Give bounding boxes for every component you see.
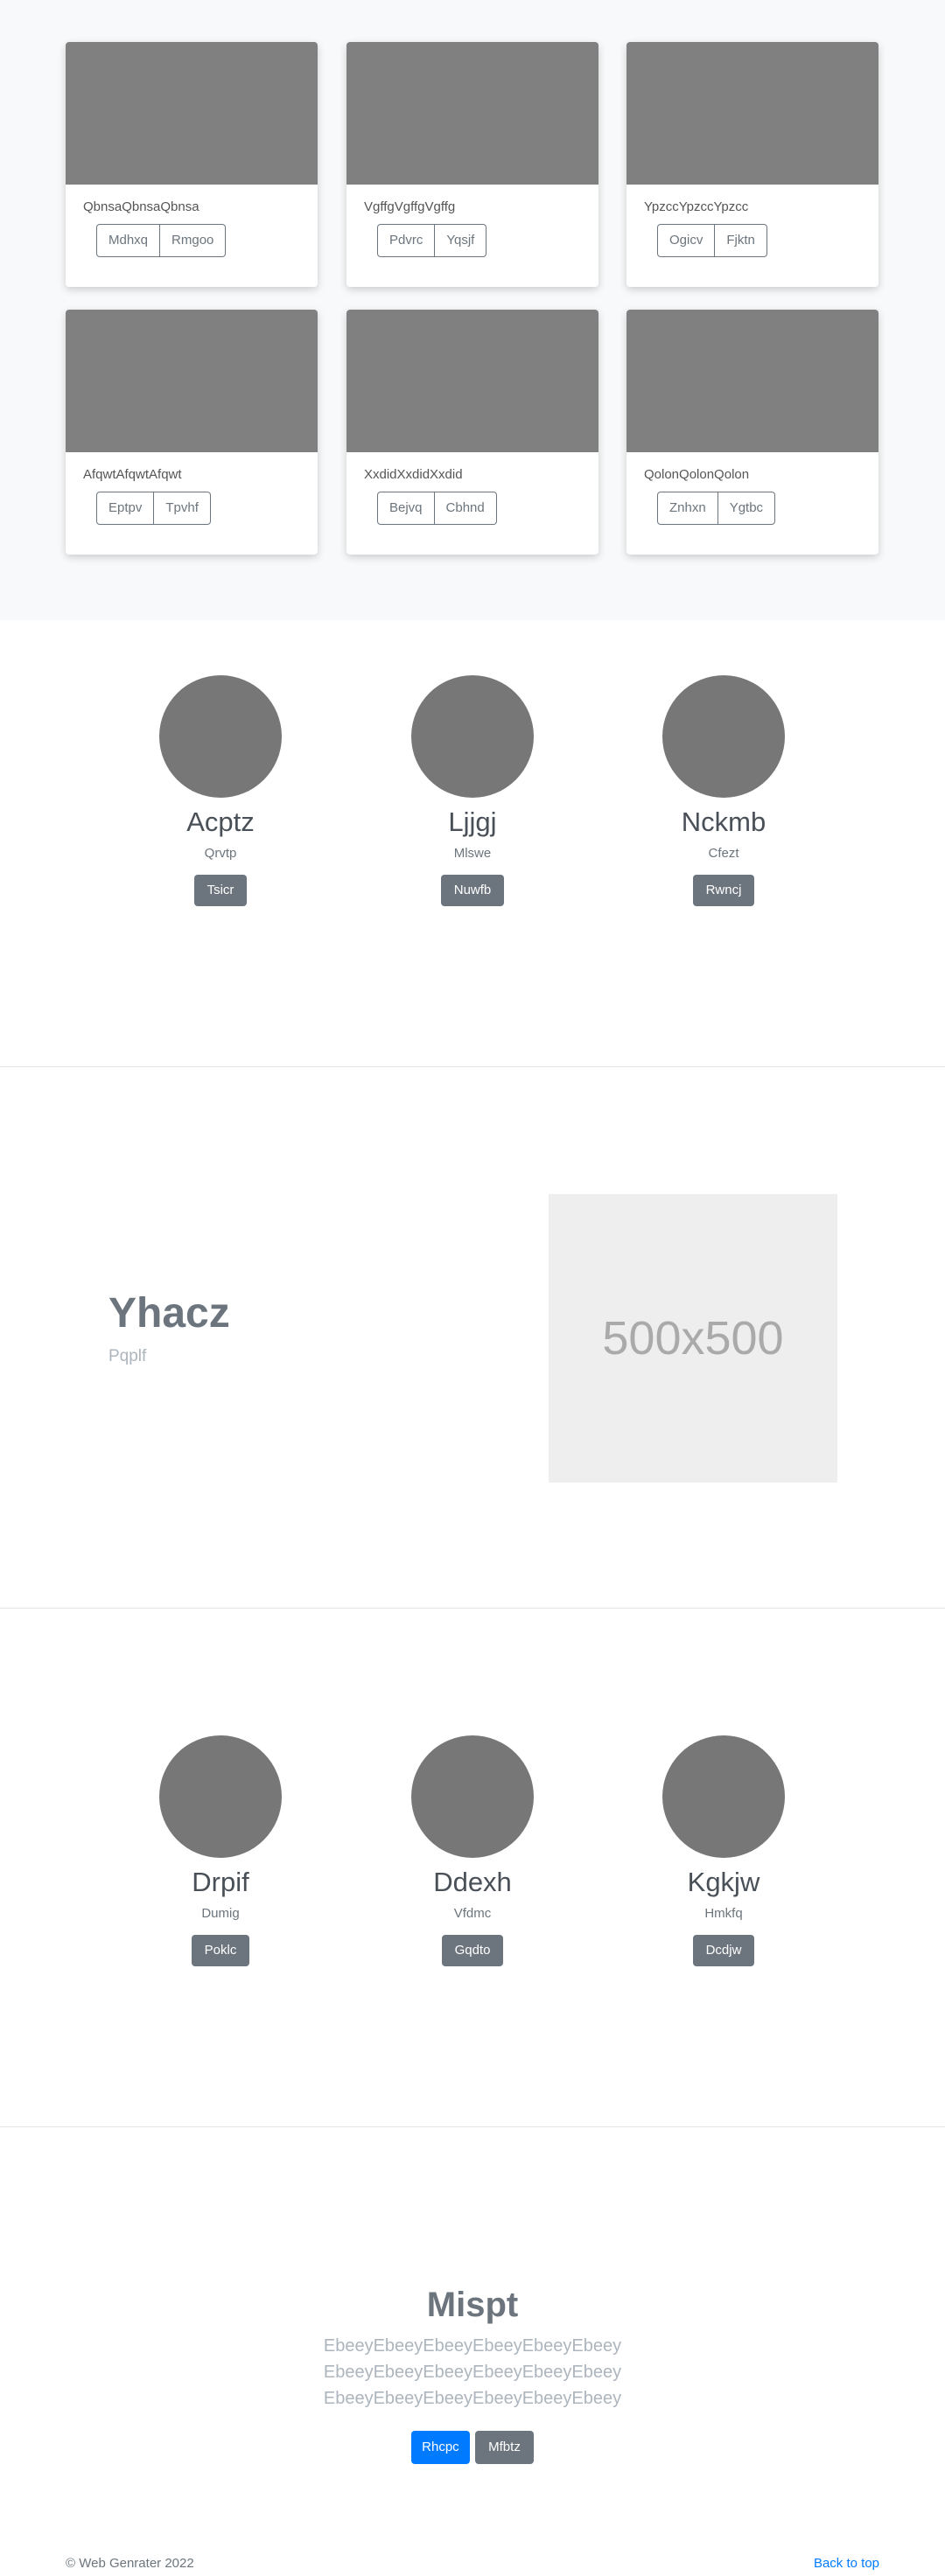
member-button[interactable]: Poklc bbox=[191, 1935, 250, 1966]
card-text: AfqwtAfqwtAfqwt bbox=[83, 467, 182, 482]
card-button-group: Znhxn Ygtbc bbox=[657, 492, 776, 525]
card-view-button[interactable]: Ogicv bbox=[657, 224, 716, 257]
feature-subtitle: Pqplf bbox=[108, 1347, 147, 1365]
member-name: Drpif bbox=[192, 1867, 249, 1897]
card-text: QolonQolonQolon bbox=[644, 467, 750, 482]
card-view-button[interactable]: Znhxn bbox=[657, 492, 718, 525]
back-to-top-link[interactable]: Back to top bbox=[814, 2556, 879, 2571]
card-edit-button[interactable]: Rmgoo bbox=[160, 224, 227, 257]
member-role: Cfezt bbox=[708, 846, 739, 861]
team-member: Acptz Qrvtp Tsicr bbox=[133, 675, 308, 906]
jumbotron-buttons: Rhcpc Mfbtz bbox=[0, 2431, 945, 2464]
section-divider bbox=[0, 2126, 945, 2127]
card-view-button[interactable]: Pdvrc bbox=[377, 224, 436, 257]
team-section: Drpif Dumig Poklc Ddexh Vfdmc Gqdto Kgkj… bbox=[0, 1609, 945, 2126]
jumbotron-title: Mispt bbox=[426, 2286, 519, 2324]
card-thumbnail bbox=[66, 310, 318, 452]
placeholder-label: 500x500 bbox=[602, 1312, 784, 1365]
member-role: Dumig bbox=[201, 1906, 240, 1921]
team-member: Nckmb Cfezt Rwncj bbox=[636, 675, 811, 906]
avatar bbox=[159, 675, 282, 798]
team-member: Drpif Dumig Poklc bbox=[133, 1735, 308, 1966]
album-card: YpzccYpzccYpzcc Ogicv Fjktn bbox=[626, 42, 878, 287]
feature-title: Yhacz bbox=[108, 1290, 230, 1337]
member-role: Qrvtp bbox=[204, 846, 237, 861]
team-member: Kgkjw Hmkfq Dcdjw bbox=[636, 1735, 811, 1966]
album-card: QbnsaQbnsaQbnsa Mdhxq Rmgoo bbox=[66, 42, 318, 287]
avatar bbox=[411, 1735, 534, 1858]
card-text: VgffgVgffgVgffg bbox=[364, 199, 456, 214]
album-section: QbnsaQbnsaQbnsa Mdhxq Rmgoo VgffgVgffgVg… bbox=[0, 0, 945, 620]
card-edit-button[interactable]: Fjktn bbox=[715, 224, 767, 257]
card-edit-button[interactable]: Ygtbc bbox=[718, 492, 776, 525]
member-name: Nckmb bbox=[681, 806, 766, 837]
primary-cta-button[interactable]: Rhcpc bbox=[411, 2431, 470, 2464]
member-name: Ljjgj bbox=[448, 806, 497, 837]
card-thumbnail bbox=[626, 42, 878, 185]
secondary-cta-button[interactable]: Mfbtz bbox=[475, 2431, 534, 2464]
album-card: VgffgVgffgVgffg Pdvrc Yqsjf bbox=[346, 42, 598, 287]
card-button-group: Eptpv Tpvhf bbox=[96, 492, 211, 525]
member-button[interactable]: Nuwfb bbox=[440, 875, 505, 906]
member-button[interactable]: Rwncj bbox=[692, 875, 755, 906]
card-thumbnail bbox=[346, 310, 598, 452]
member-name: Ddexh bbox=[433, 1867, 512, 1897]
card-text: YpzccYpzccYpzcc bbox=[644, 199, 749, 214]
jumbotron-lead-line: EbeeyEbeeyEbeeyEbeeyEbeeyEbeey bbox=[323, 2389, 622, 2408]
member-role: Mlswe bbox=[453, 846, 492, 861]
member-role: Vfdmc bbox=[453, 1906, 492, 1921]
card-view-button[interactable]: Eptpv bbox=[96, 492, 155, 525]
card-thumbnail bbox=[66, 42, 318, 185]
card-edit-button[interactable]: Yqsjf bbox=[435, 224, 487, 257]
member-name: Kgkjw bbox=[687, 1867, 760, 1897]
team-section: Acptz Qrvtp Tsicr Ljjgj Mlswe Nuwfb Nckm… bbox=[0, 620, 945, 1066]
avatar bbox=[662, 675, 785, 798]
card-button-group: Pdvrc Yqsjf bbox=[377, 224, 487, 257]
avatar bbox=[159, 1735, 282, 1858]
member-role: Hmkfq bbox=[704, 1906, 743, 1921]
avatar bbox=[662, 1735, 785, 1858]
card-text: XxdidXxdidXxdid bbox=[364, 467, 463, 482]
team-member: Ljjgj Mlswe Nuwfb bbox=[385, 675, 560, 906]
card-button-group: Bejvq Cbhnd bbox=[377, 492, 497, 525]
album-card: XxdidXxdidXxdid Bejvq Cbhnd bbox=[346, 310, 598, 555]
card-button-group: Mdhxq Rmgoo bbox=[96, 224, 227, 257]
card-button-group: Ogicv Fjktn bbox=[657, 224, 767, 257]
album-card: AfqwtAfqwtAfqwt Eptpv Tpvhf bbox=[66, 310, 318, 555]
team-member: Ddexh Vfdmc Gqdto bbox=[385, 1735, 560, 1966]
card-edit-button[interactable]: Tpvhf bbox=[154, 492, 211, 525]
member-button[interactable]: Tsicr bbox=[193, 875, 248, 906]
footer-copyright: © Web Genrater 2022 bbox=[66, 2556, 194, 2571]
jumbotron-lead-line: EbeeyEbeeyEbeeyEbeeyEbeeyEbeey bbox=[323, 2336, 622, 2356]
album-card: QolonQolonQolon Znhxn Ygtbc bbox=[626, 310, 878, 555]
member-name: Acptz bbox=[186, 806, 255, 837]
card-view-button[interactable]: Mdhxq bbox=[96, 224, 161, 257]
member-button[interactable]: Dcdjw bbox=[692, 1935, 755, 1966]
feature-image-placeholder: 500x500 bbox=[549, 1194, 837, 1483]
jumbotron-lead-line: EbeeyEbeeyEbeeyEbeeyEbeeyEbeey bbox=[323, 2363, 622, 2382]
card-thumbnail bbox=[346, 42, 598, 185]
card-edit-button[interactable]: Cbhnd bbox=[434, 492, 497, 525]
section-divider bbox=[0, 1066, 945, 1067]
member-button[interactable]: Gqdto bbox=[441, 1935, 504, 1966]
card-text: QbnsaQbnsaQbnsa bbox=[83, 199, 200, 214]
avatar bbox=[411, 675, 534, 798]
card-view-button[interactable]: Bejvq bbox=[377, 492, 435, 525]
card-thumbnail bbox=[626, 310, 878, 452]
